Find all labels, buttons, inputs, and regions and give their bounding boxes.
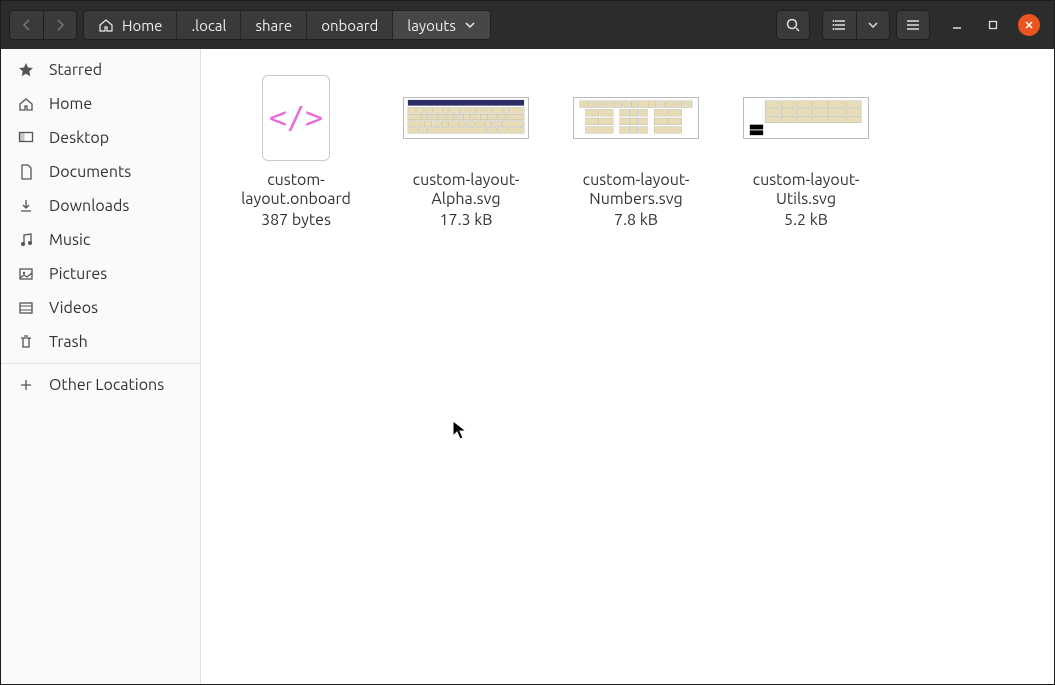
plus-icon [17,376,35,394]
sidebar-item-label: Videos [49,299,98,317]
hamburger-menu-button[interactable] [896,10,930,40]
file-name: custom-layout-Utils.svg [731,171,881,209]
sidebar-item-starred[interactable]: Starred [1,53,200,87]
titlebar: Home .local share onboard layouts [1,1,1054,49]
close-icon [1024,20,1034,30]
sidebar-item-label: Starred [49,61,102,79]
home-icon [17,95,35,113]
file-size: 17.3 kB [440,211,493,229]
desktop-icon [17,129,35,147]
sidebar-item-videos[interactable]: Videos [1,291,200,325]
search-icon [785,17,801,33]
forward-button[interactable] [43,10,77,40]
sidebar-item-label: Other Locations [49,376,164,394]
file-item[interactable]: </> custom-layout.onboard 387 bytes [221,73,371,229]
file-size: 387 bytes [261,211,331,229]
sidebar-separator [1,363,200,364]
music-icon [17,231,35,249]
star-icon [17,61,35,79]
file-view[interactable]: </> custom-layout.onboard 387 bytes [201,49,1054,684]
search-button[interactable] [776,10,810,40]
path-seg-2[interactable]: onboard [307,11,393,39]
file-name: custom-layout-Numbers.svg [561,171,711,209]
minimize-button[interactable] [946,14,968,36]
sidebar-item-label: Pictures [49,265,107,283]
back-button[interactable] [9,10,43,40]
hamburger-icon [905,17,921,33]
close-button[interactable] [1018,14,1040,36]
file-name: custom-layout-Alpha.svg [391,171,541,209]
list-icon [832,17,848,33]
file-thumbnail [571,73,701,163]
file-size: 7.8 kB [614,211,658,229]
sidebar-item-documents[interactable]: Documents [1,155,200,189]
keyboard-numbers-icon [573,97,699,139]
sidebar-item-label: Documents [49,163,131,181]
sidebar-item-label: Desktop [49,129,109,147]
sidebar-item-home[interactable]: Home [1,87,200,121]
file-item[interactable]: custom-layout-Alpha.svg 17.3 kB [391,73,541,229]
sidebar: Starred Home Desktop Documents Downloads… [1,49,201,684]
sidebar-item-music[interactable]: Music [1,223,200,257]
file-thumbnail: </> [231,73,361,163]
keyboard-alpha-icon [403,97,529,139]
sidebar-item-other-locations[interactable]: Other Locations [1,368,200,402]
downloads-icon [17,197,35,215]
path-seg-0[interactable]: .local [177,11,241,39]
path-home-label: Home [122,17,162,34]
sidebar-item-label: Home [49,95,92,113]
pictures-icon [17,265,35,283]
path-seg-1[interactable]: share [241,11,307,39]
sidebar-item-label: Trash [49,333,88,351]
maximize-button[interactable] [982,14,1004,36]
path-home[interactable]: Home [84,11,177,39]
file-item[interactable]: custom-layout-Numbers.svg 7.8 kB [561,73,711,229]
sidebar-item-trash[interactable]: Trash [1,325,200,359]
file-size: 5.2 kB [784,211,828,229]
file-thumbnail [741,73,871,163]
file-item[interactable]: custom-layout-Utils.svg 5.2 kB [731,73,881,229]
view-list-button[interactable] [822,10,856,40]
file-name: custom-layout.onboard [221,171,371,209]
sidebar-item-desktop[interactable]: Desktop [1,121,200,155]
chevron-down-icon [867,19,879,31]
sidebar-item-pictures[interactable]: Pictures [1,257,200,291]
trash-icon [17,333,35,351]
file-thumbnail [401,73,531,163]
sidebar-item-downloads[interactable]: Downloads [1,189,200,223]
chevron-down-icon [464,19,476,31]
view-dropdown-button[interactable] [856,10,890,40]
pathbar: Home .local share onboard layouts [83,10,491,40]
documents-icon [17,163,35,181]
keyboard-utils-icon [743,97,869,139]
videos-icon [17,299,35,317]
sidebar-item-label: Music [49,231,90,249]
sidebar-item-label: Downloads [49,197,129,215]
code-file-icon: </> [262,75,330,161]
path-seg-3[interactable]: layouts [393,11,490,39]
